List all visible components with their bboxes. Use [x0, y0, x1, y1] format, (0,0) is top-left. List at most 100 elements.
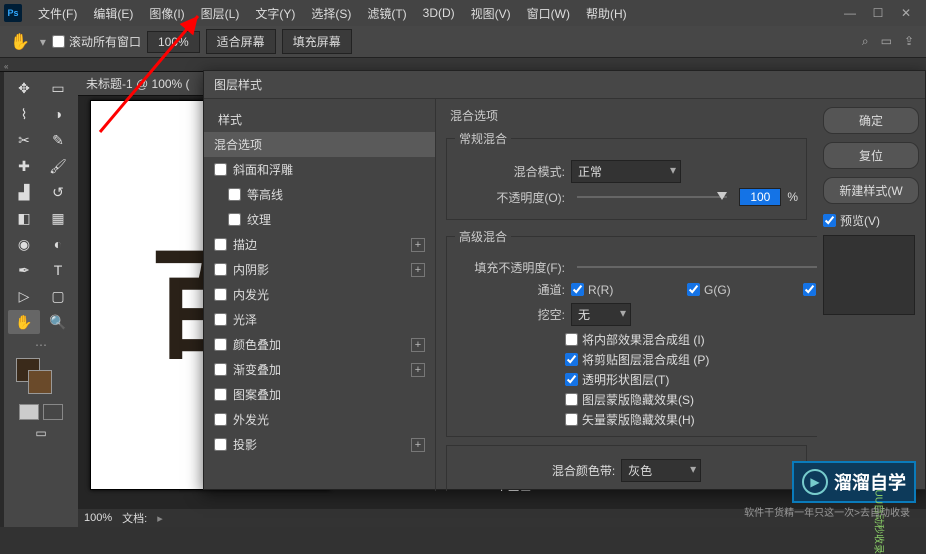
options-bar: ✋ ▾ 滚动所有窗口 100% 适合屏幕 填充屏幕 ⌕ ▭ ⇪ [0, 26, 926, 58]
screenmode-icon[interactable]: ▭ [8, 426, 74, 440]
style-outerglow[interactable]: 外发光 [204, 407, 435, 432]
preview-checkbox[interactable]: 预览(V) [823, 212, 919, 229]
blend-mode-label: 混合模式: [455, 163, 565, 180]
fill-opacity-slider[interactable] [577, 266, 817, 268]
menu-view[interactable]: 视图(V) [463, 1, 519, 26]
style-dropshadow[interactable]: 投影+ [204, 432, 435, 457]
add-icon[interactable]: + [411, 438, 425, 452]
style-blendoptions[interactable]: 混合选项 [204, 132, 435, 157]
style-innershadow[interactable]: 内阴影+ [204, 257, 435, 282]
menu-filter[interactable]: 滤镜(T) [359, 1, 414, 26]
app-icon: Ps [4, 4, 22, 22]
tool-more-icon[interactable]: ⋯ [8, 338, 74, 352]
style-stroke[interactable]: 描边+ [204, 232, 435, 257]
history-brush-icon[interactable]: ↺ [42, 180, 74, 204]
menu-window[interactable]: 窗口(W) [519, 1, 578, 26]
watermark-badge: ▶ 溜溜自学 [792, 461, 916, 503]
path-tool-icon[interactable]: ▷ [8, 284, 40, 308]
move-tool-icon[interactable]: ✥ [8, 76, 40, 100]
menu-image[interactable]: 图像(I) [141, 1, 192, 26]
zoom-tool-icon[interactable]: 🔍 [42, 310, 74, 334]
hand-tool-icon-2[interactable]: ✋ [8, 310, 40, 334]
zoom-level-button[interactable]: 100% [147, 31, 200, 53]
share-icon[interactable]: ⇪ [904, 34, 914, 49]
pen-tool-icon[interactable]: ✒ [8, 258, 40, 282]
marquee-tool-icon[interactable]: ▭ [42, 76, 74, 100]
hand-tool-icon[interactable]: ✋ [6, 30, 34, 54]
gallery-icon[interactable]: ▭ [881, 34, 892, 49]
blend-mode-select[interactable]: 正常 [571, 160, 681, 183]
transparency-shapes-checkbox[interactable]: 透明形状图层(T) [565, 371, 817, 388]
advanced-blend-legend: 高级混合 [455, 228, 511, 245]
add-icon[interactable]: + [411, 238, 425, 252]
eraser-tool-icon[interactable]: ◧ [8, 206, 40, 230]
channel-r-checkbox[interactable]: R(R) [571, 283, 681, 297]
chevron-down-icon[interactable]: ▾ [40, 35, 46, 49]
add-icon[interactable]: + [411, 338, 425, 352]
ok-button[interactable]: 确定 [823, 107, 919, 134]
fill-screen-button[interactable]: 填充屏幕 [282, 29, 352, 54]
menu-file[interactable]: 文件(F) [30, 1, 85, 26]
knockout-select[interactable]: 无 [571, 303, 631, 326]
opacity-slider[interactable] [577, 196, 727, 198]
quickselect-tool-icon[interactable]: ◑ [42, 102, 74, 126]
percent-label: % [787, 190, 798, 204]
clipped-layers-checkbox[interactable]: 将剪贴图层混合成组 (P) [565, 351, 817, 368]
add-icon[interactable]: + [411, 263, 425, 277]
opacity-label: 不透明度(O): [455, 189, 565, 206]
play-icon: ▶ [802, 469, 828, 495]
style-coloroverlay[interactable]: 颜色叠加+ [204, 332, 435, 357]
style-contour[interactable]: 等高线 [204, 182, 435, 207]
style-bevel[interactable]: 斜面和浮雕 [204, 157, 435, 182]
window-min-icon[interactable]: — [842, 6, 858, 20]
blur-tool-icon[interactable]: ◉ [8, 232, 40, 256]
style-innerglow[interactable]: 内发光 [204, 282, 435, 307]
color-swatches[interactable] [8, 358, 74, 398]
background-swatch[interactable] [28, 370, 52, 394]
style-patternoverlay[interactable]: 图案叠加 [204, 382, 435, 407]
this-lo: 0 [541, 489, 548, 492]
menu-layer[interactable]: 图层(L) [193, 1, 248, 26]
interior-effects-checkbox[interactable]: 将内部效果混合成组 (I) [565, 331, 817, 348]
layermask-hides-checkbox[interactable]: 图层蒙版隐藏效果(S) [565, 391, 817, 408]
stamp-tool-icon[interactable]: ▟ [8, 180, 40, 204]
menu-3d[interactable]: 3D(D) [415, 2, 463, 24]
brush-tool-icon[interactable]: 🖌 [42, 154, 74, 178]
dodge-tool-icon[interactable]: ◐ [42, 232, 74, 256]
style-texture[interactable]: 纹理 [204, 207, 435, 232]
menu-select[interactable]: 选择(S) [303, 1, 359, 26]
lasso-tool-icon[interactable]: ⌇ [8, 102, 40, 126]
style-satin[interactable]: 光泽 [204, 307, 435, 332]
window-max-icon[interactable]: ☐ [870, 6, 886, 20]
status-zoom[interactable]: 100% [84, 512, 112, 524]
quickmask-mode-icon[interactable] [43, 404, 63, 420]
dialog-title: 图层样式 [204, 71, 925, 99]
channel-g-checkbox[interactable]: G(G) [687, 283, 797, 297]
menu-help[interactable]: 帮助(H) [578, 1, 635, 26]
vectormask-hides-checkbox[interactable]: 矢量蒙版隐藏效果(H) [565, 411, 817, 428]
style-gradientoverlay[interactable]: 渐变叠加+ [204, 357, 435, 382]
eyedropper-tool-icon[interactable]: ✎ [42, 128, 74, 152]
preview-thumbnail [823, 235, 915, 315]
opacity-input[interactable]: 100 [739, 188, 781, 206]
menu-type[interactable]: 文字(Y) [247, 1, 303, 26]
search-icon[interactable]: ⌕ [862, 34, 869, 49]
dialog-main: 混合选项 常规混合 混合模式: 正常 不透明度(O): 100 % 高级混合 填… [436, 99, 817, 491]
new-style-button[interactable]: 新建样式(W [823, 177, 919, 204]
shape-tool-icon[interactable]: ▢ [42, 284, 74, 308]
layer-style-dialog: 图层样式 样式 混合选项 斜面和浮雕 等高线 纹理 描边+ 内阴影+ 内发光 光… [203, 70, 926, 490]
reset-button[interactable]: 复位 [823, 142, 919, 169]
standard-mode-icon[interactable] [19, 404, 39, 420]
gradient-tool-icon[interactable]: ▦ [42, 206, 74, 230]
scroll-all-checkbox[interactable]: 滚动所有窗口 [52, 33, 141, 50]
channel-b-checkbox[interactable]: B(B) [803, 283, 817, 297]
add-icon[interactable]: + [411, 363, 425, 377]
fit-screen-button[interactable]: 适合屏幕 [206, 29, 276, 54]
heal-tool-icon[interactable]: ✚ [8, 154, 40, 178]
general-blend-group: 常规混合 混合模式: 正常 不透明度(O): 100 % [446, 130, 807, 220]
crop-tool-icon[interactable]: ✂ [8, 128, 40, 152]
menu-edit[interactable]: 编辑(E) [85, 1, 141, 26]
blend-if-select[interactable]: 灰色 [621, 459, 701, 482]
type-tool-icon[interactable]: T [42, 258, 74, 282]
window-close-icon[interactable]: ✕ [898, 6, 914, 20]
